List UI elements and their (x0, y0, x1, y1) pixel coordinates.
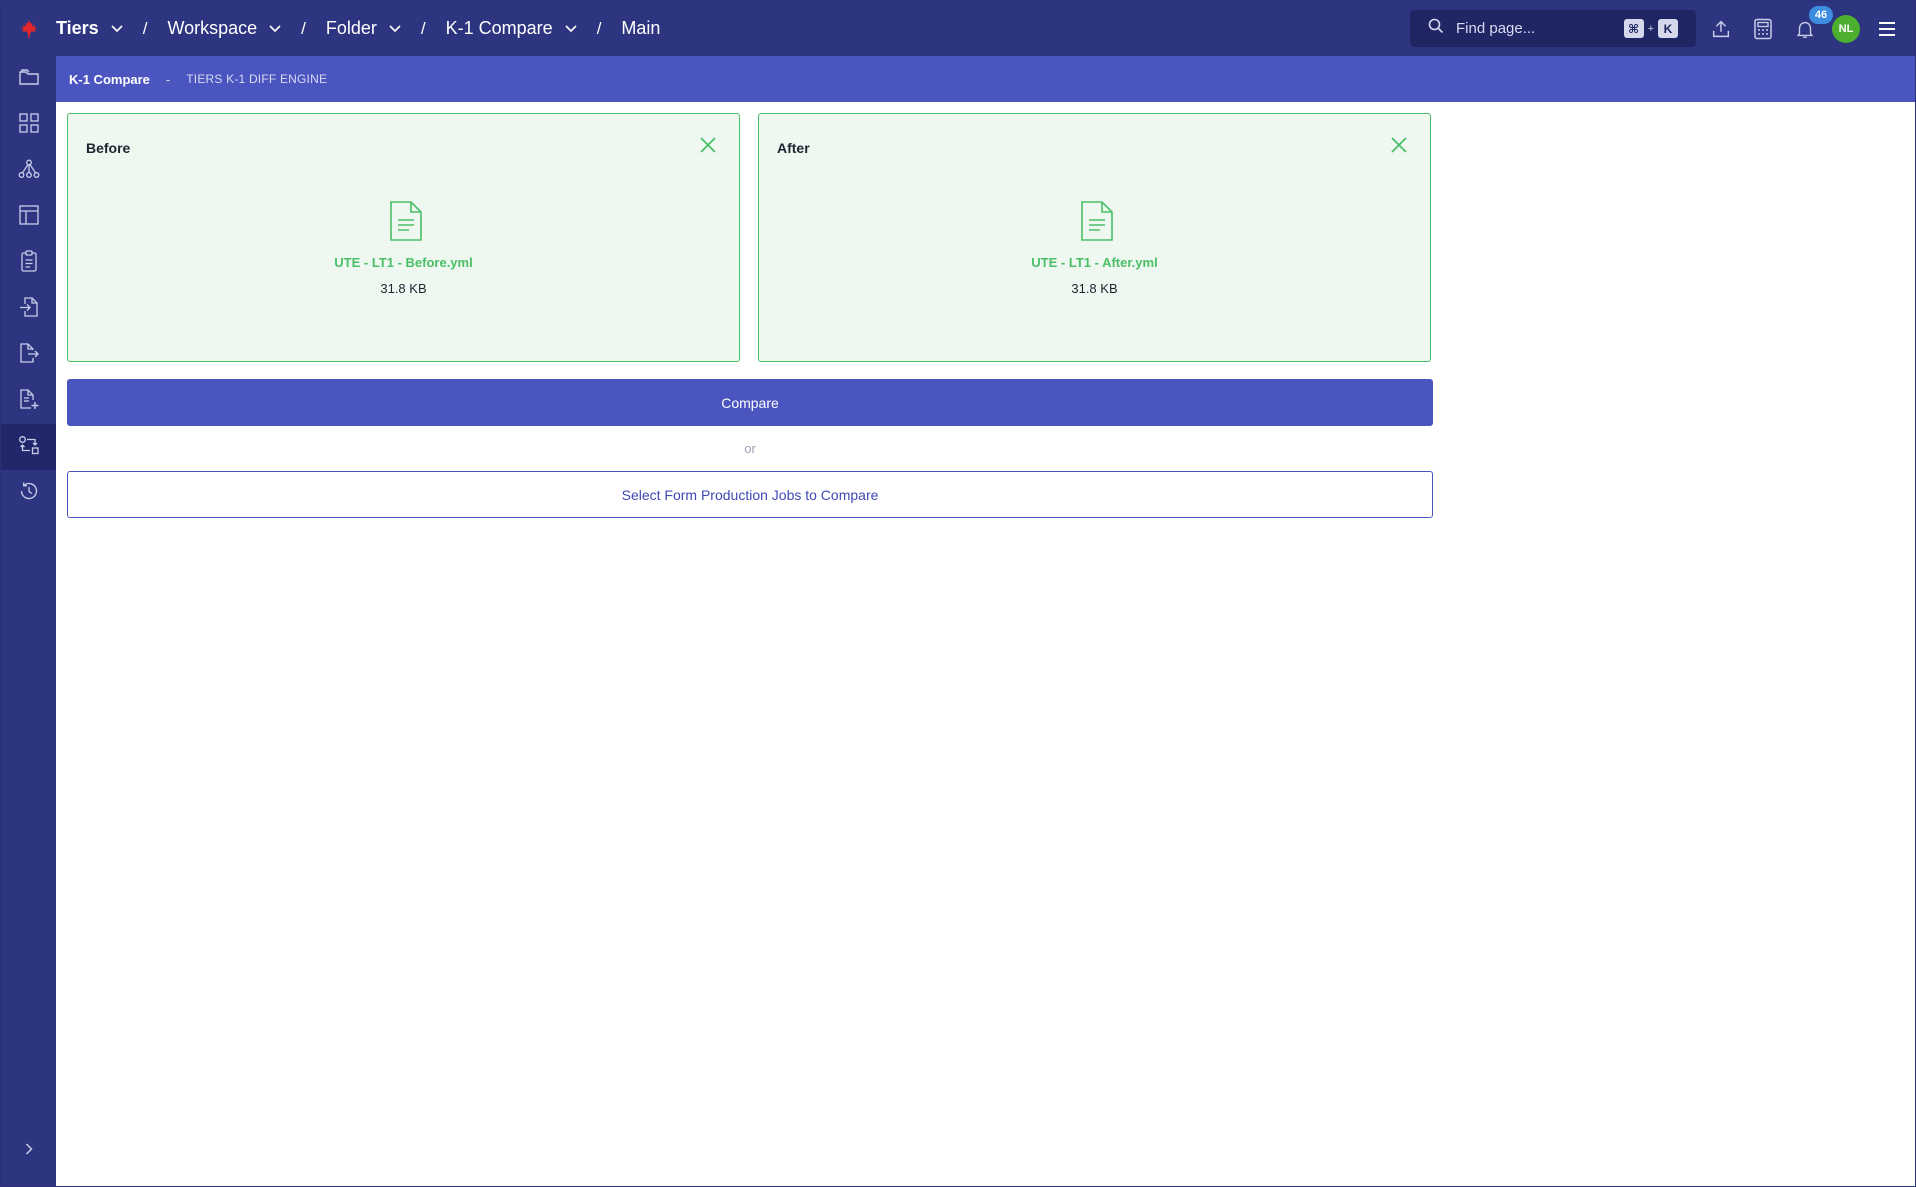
before-panel-title: Before (86, 140, 131, 156)
after-file-panel[interactable]: After UTE - LT1 - After.yml 31.8 KB (758, 113, 1431, 362)
file-add-icon (18, 388, 40, 415)
history-icon (18, 480, 40, 507)
app-window: Tiers / Workspace / Folder / K-1 Compare… (1, 1, 1915, 1186)
before-file-size: 31.8 KB (380, 281, 427, 296)
title-separator: - (165, 71, 171, 87)
before-file-panel[interactable]: Before UTE - LT1 - Before.yml 31.8 KB (67, 113, 740, 362)
sidebar-item-new-form[interactable] (1, 378, 56, 424)
hierarchy-icon (18, 159, 40, 184)
notification-count-badge: 46 (1809, 6, 1833, 24)
page-title: K-1 Compare (69, 71, 150, 87)
breadcrumb-item-workspace[interactable]: Workspace (167, 1, 281, 56)
chevron-down-icon[interactable] (565, 24, 577, 33)
sidebar-expand-button[interactable] (1, 1136, 56, 1166)
sidebar-item-folders[interactable] (1, 56, 56, 102)
hamburger-menu-icon[interactable] (1875, 17, 1899, 41)
file-import-icon (19, 296, 39, 323)
close-icon[interactable] (1388, 134, 1410, 156)
breadcrumb-label: Workspace (167, 18, 258, 38)
sidebar-item-tables[interactable] (1, 194, 56, 240)
breadcrumb-label: Folder (325, 18, 377, 38)
breadcrumb: Tiers / Workspace / Folder / K-1 Compare… (56, 1, 660, 56)
sidebar-item-structure[interactable] (1, 148, 56, 194)
command-key: ⌘ (1623, 19, 1644, 38)
close-icon[interactable] (697, 134, 719, 156)
folder-icon (18, 67, 40, 92)
table-layout-icon (18, 204, 39, 230)
document-icon (1080, 200, 1114, 242)
breadcrumb-separator: / (142, 18, 148, 38)
breadcrumb-separator: / (420, 18, 426, 38)
maple-leaf-logo-icon[interactable] (1, 1, 56, 56)
sidebar-item-tasks[interactable] (1, 240, 56, 286)
shortcut-plus: + (1647, 22, 1654, 35)
compare-icon (18, 435, 40, 460)
sidebar-item-export[interactable] (1, 332, 56, 378)
sidebar (1, 56, 56, 1186)
after-file-name: UTE - LT1 - After.yml (1031, 255, 1158, 270)
compare-button[interactable]: Compare (67, 379, 1433, 426)
chevron-down-icon[interactable] (269, 24, 281, 33)
before-file-name: UTE - LT1 - Before.yml (334, 255, 473, 270)
or-divider: or (744, 441, 756, 456)
page-subtitle: TIERS K-1 DIFF ENGINE (186, 72, 328, 86)
dashboard-grid-icon (18, 112, 39, 138)
avatar[interactable]: NL (1832, 15, 1860, 43)
find-page-search[interactable]: ⌘ + K (1410, 10, 1696, 47)
sidebar-item-k1-compare[interactable] (1, 424, 56, 470)
search-input[interactable] (1456, 20, 1616, 37)
clipboard-icon (20, 249, 38, 277)
chevron-down-icon[interactable] (111, 24, 123, 33)
sidebar-item-history[interactable] (1, 470, 56, 516)
document-icon (389, 200, 423, 242)
breadcrumb-label: Tiers (56, 18, 99, 38)
upload-icon[interactable] (1709, 17, 1733, 41)
breadcrumb-separator: / (301, 18, 306, 38)
calculator-icon[interactable] (1751, 17, 1775, 41)
chevron-right-icon (25, 1142, 33, 1160)
breadcrumb-item-k1-compare[interactable]: K-1 Compare (446, 1, 577, 56)
chevron-down-icon[interactable] (389, 24, 401, 33)
keyboard-shortcut-hint: ⌘ + K (1623, 19, 1678, 38)
search-icon (1428, 18, 1444, 39)
select-jobs-button[interactable]: Select Form Production Jobs to Compare (67, 471, 1433, 518)
breadcrumb-separator: / (596, 18, 602, 38)
breadcrumb-item-main[interactable]: Main (621, 1, 660, 56)
k-key: K (1658, 19, 1678, 38)
breadcrumb-item-folder[interactable]: Folder (326, 1, 401, 56)
breadcrumb-item-tiers[interactable]: Tiers (56, 1, 123, 56)
after-panel-title: After (777, 140, 810, 156)
after-file-size: 31.8 KB (1071, 281, 1118, 296)
breadcrumb-label: Main (621, 18, 661, 38)
sidebar-item-import[interactable] (1, 286, 56, 332)
page-subheader: K-1 Compare - TIERS K-1 DIFF ENGINE (56, 56, 1915, 102)
sidebar-item-dashboard[interactable] (1, 102, 56, 148)
top-bar: Tiers / Workspace / Folder / K-1 Compare… (1, 1, 1915, 56)
breadcrumb-label: K-1 Compare (445, 18, 553, 38)
file-export-icon (18, 342, 40, 369)
